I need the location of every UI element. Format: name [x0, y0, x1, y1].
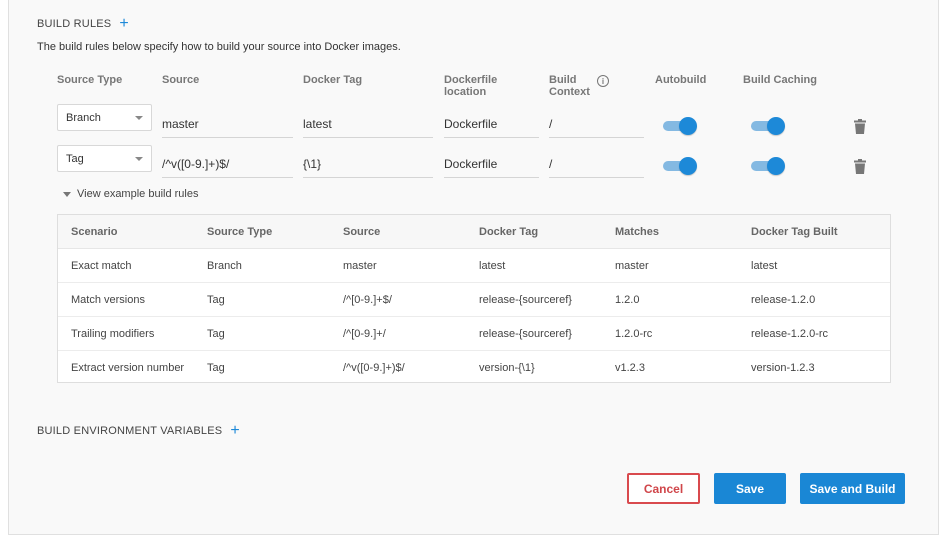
table-cell: Exact match: [71, 259, 132, 272]
table-cell: Tag: [207, 293, 225, 306]
table-cell: latest: [479, 259, 506, 272]
save-and-build-button[interactable]: Save and Build: [800, 473, 905, 504]
table-cell: release-{sourceref}: [479, 293, 572, 306]
col-context-line2: Context: [549, 86, 590, 98]
table-cell: /^v([0-9.]+)$/: [343, 362, 405, 374]
col-docker-tag: Docker Tag: [303, 74, 363, 86]
table-cell: master: [615, 259, 649, 272]
env-vars-header: BUILD ENVIRONMENT VARIABLES +: [37, 423, 240, 439]
table-cell: Branch: [207, 259, 242, 272]
table-header: Docker Tag: [479, 225, 539, 238]
table-row: Match versions Tag /^[0-9.]+$/ release-{…: [58, 283, 890, 317]
save-button[interactable]: Save: [714, 473, 786, 504]
table-cell: Trailing modifiers: [71, 327, 155, 340]
col-dockerfile-line1: Dockerfile: [444, 74, 498, 86]
table-cell: release-1.2.0-rc: [751, 327, 829, 340]
dockerfile-location-input[interactable]: Dockerfile: [444, 150, 539, 178]
build-rules-title: BUILD RULES: [37, 18, 112, 30]
trash-icon[interactable]: [854, 119, 866, 134]
source-type-select[interactable]: Branch: [57, 104, 152, 131]
view-examples-label: View example build rules: [77, 188, 199, 200]
source-type-value: Branch: [66, 111, 101, 124]
info-icon[interactable]: i: [597, 75, 609, 87]
table-cell: /^[0-9.]+/: [343, 327, 386, 340]
col-source: Source: [162, 74, 200, 86]
table-header: Source: [343, 225, 381, 238]
chevron-down-icon: [135, 116, 143, 120]
build-caching-toggle[interactable]: [751, 157, 785, 175]
table-header: Matches: [615, 225, 660, 238]
table-cell: latest: [751, 259, 778, 272]
source-input[interactable]: master: [162, 110, 293, 138]
table-cell: Match versions: [71, 293, 145, 306]
table-cell: version-1.2.3: [751, 362, 815, 374]
trash-icon[interactable]: [854, 159, 866, 174]
col-autobuild: Autobuild: [655, 74, 707, 86]
col-context-line1: Build: [549, 74, 577, 86]
source-type-select[interactable]: Tag: [57, 145, 152, 172]
col-build-context: Build Context: [549, 74, 590, 98]
build-settings-panel: BUILD RULES + The build rules below spec…: [8, 0, 939, 535]
col-dockerfile-location: Dockerfile location: [444, 74, 497, 98]
table-row: Exact match Branch master latest master …: [58, 249, 890, 283]
docker-tag-input[interactable]: {\1}: [303, 150, 433, 178]
add-build-rule-icon[interactable]: +: [119, 16, 129, 32]
table-cell: master: [343, 259, 377, 272]
dockerfile-location-input[interactable]: Dockerfile: [444, 110, 539, 138]
table-cell: release-{sourceref}: [479, 327, 572, 340]
view-examples-toggle[interactable]: View example build rules: [63, 188, 198, 200]
build-rules-description: The build rules below specify how to bui…: [37, 41, 401, 53]
table-cell: Extract version number: [71, 362, 185, 374]
caret-down-icon: [63, 191, 71, 197]
col-dockerfile-line2: location: [444, 86, 487, 98]
docker-tag-input[interactable]: latest: [303, 110, 433, 138]
table-cell: v1.2.3: [615, 362, 645, 374]
build-caching-toggle[interactable]: [751, 117, 785, 135]
build-context-input[interactable]: /: [549, 110, 644, 138]
table-cell: Tag: [207, 327, 225, 340]
build-rules-header: BUILD RULES +: [37, 16, 129, 32]
col-source-type: Source Type: [57, 74, 123, 86]
build-context-input[interactable]: /: [549, 150, 644, 178]
cancel-button[interactable]: Cancel: [627, 473, 700, 504]
autobuild-toggle[interactable]: [663, 157, 697, 175]
table-header: Source Type: [207, 225, 273, 238]
source-type-value: Tag: [66, 152, 84, 165]
env-vars-title: BUILD ENVIRONMENT VARIABLES: [37, 425, 223, 437]
table-row: Extract version number Tag /^v([0-9.]+)$…: [58, 351, 890, 385]
example-rules-table: Scenario Source Type Source Docker Tag M…: [57, 214, 891, 383]
table-cell: release-1.2.0: [751, 293, 816, 306]
add-env-var-icon[interactable]: +: [230, 423, 240, 439]
table-header: Scenario: [71, 225, 118, 238]
table-cell: 1.2.0-rc: [615, 327, 653, 340]
autobuild-toggle[interactable]: [663, 117, 697, 135]
table-header-row: Scenario Source Type Source Docker Tag M…: [58, 215, 890, 249]
table-header: Docker Tag Built: [751, 225, 838, 238]
col-build-caching: Build Caching: [743, 74, 817, 86]
table-cell: Tag: [207, 362, 225, 374]
table-cell: version-{\1}: [479, 362, 535, 374]
source-input[interactable]: /^v([0-9.]+)$/: [162, 150, 293, 178]
table-cell: /^[0-9.]+$/: [343, 293, 392, 306]
table-row: Trailing modifiers Tag /^[0-9.]+/ releas…: [58, 317, 890, 351]
chevron-down-icon: [135, 157, 143, 161]
table-cell: 1.2.0: [615, 293, 640, 306]
